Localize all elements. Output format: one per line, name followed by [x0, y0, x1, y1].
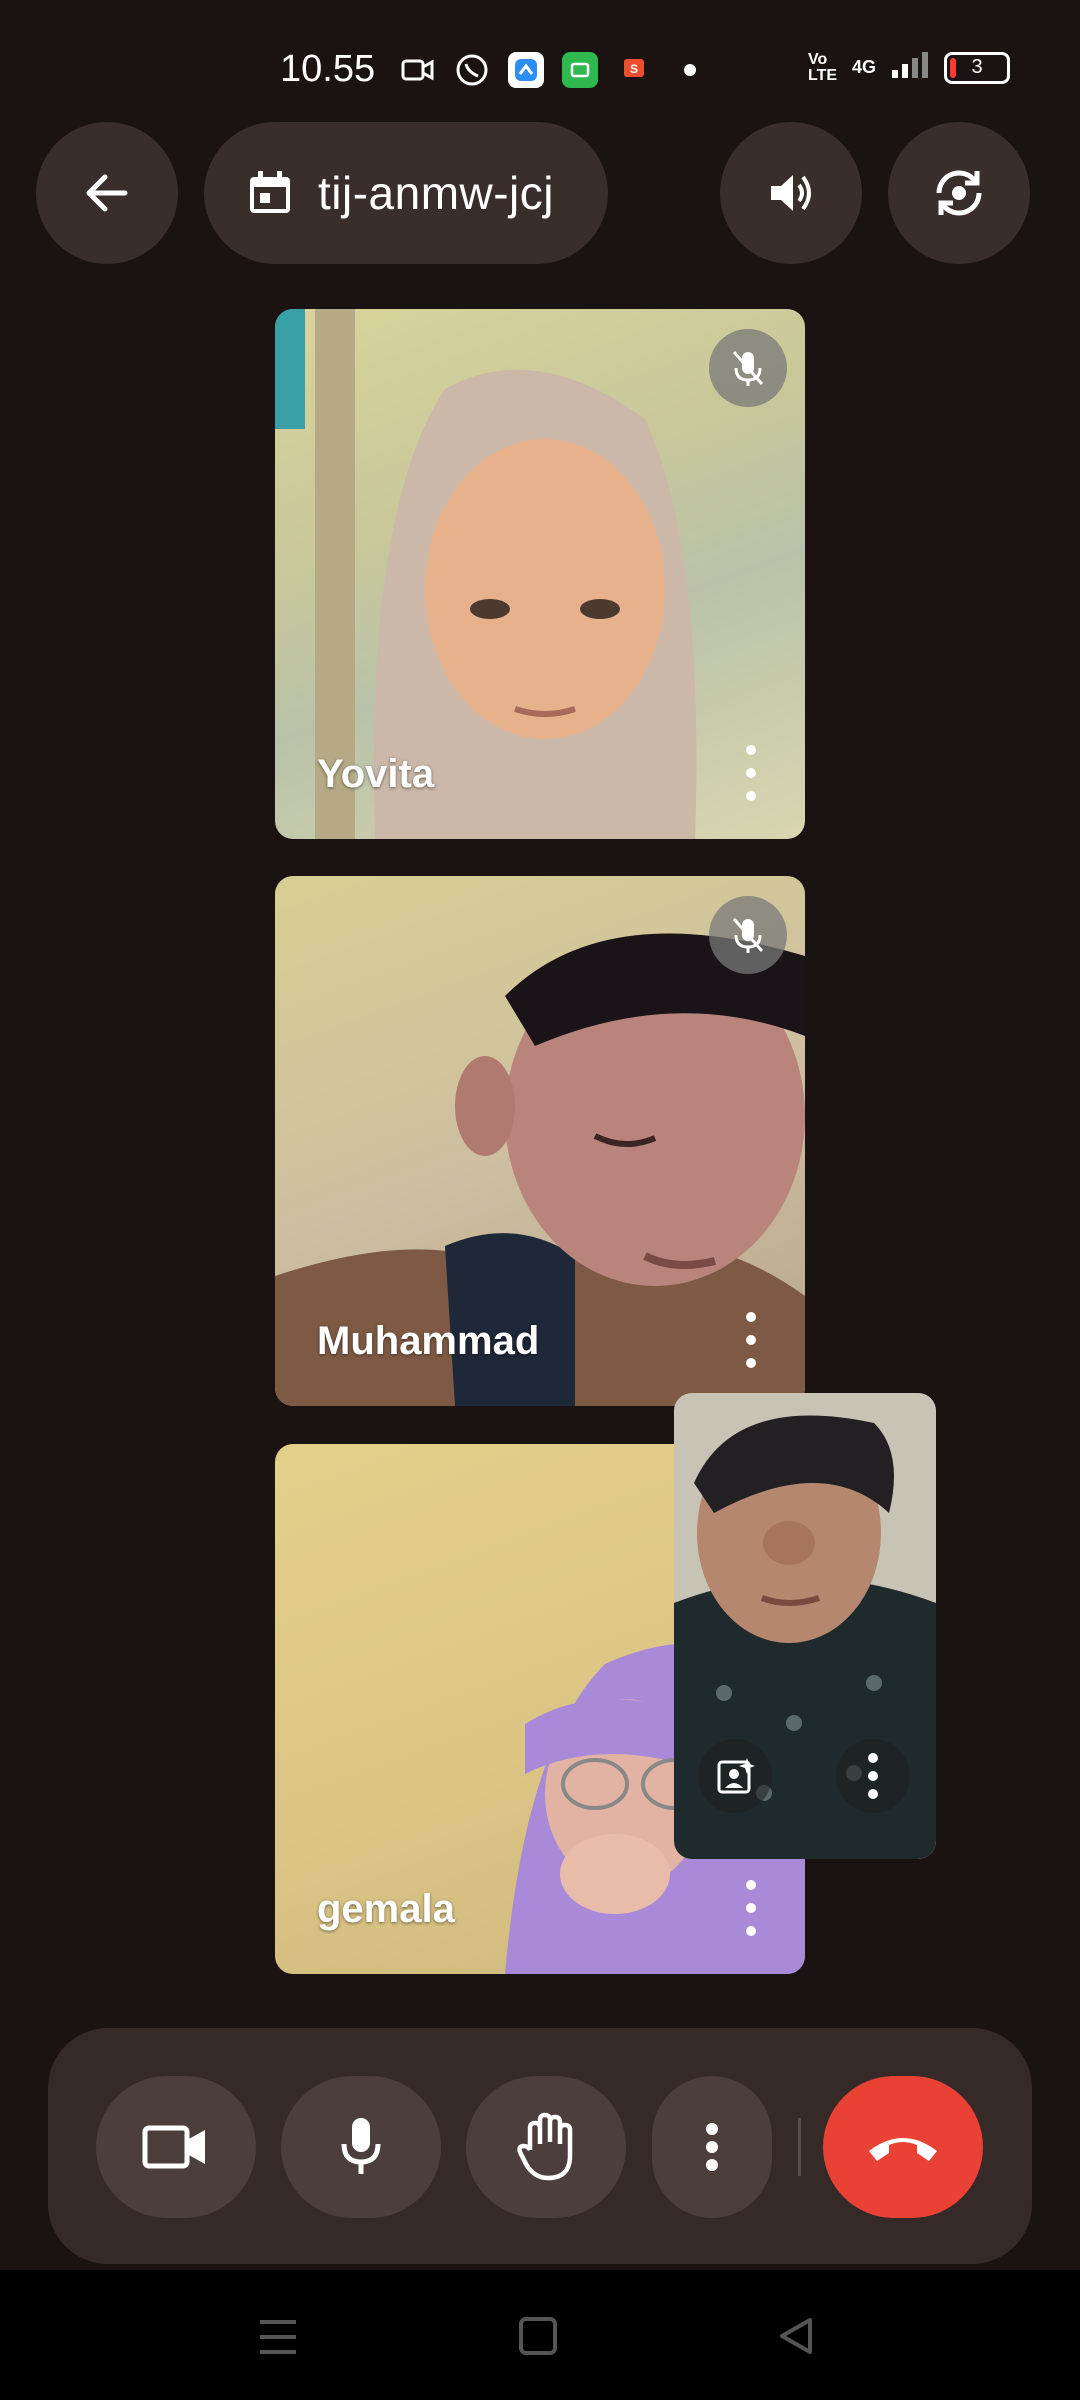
messenger-icon	[508, 52, 544, 88]
battery-level: 3	[971, 56, 983, 78]
status-app-icons: S	[400, 52, 696, 88]
meeting-code: tij-anmw-jcj	[318, 167, 554, 219]
speaker-icon	[771, 175, 811, 211]
speaker-button[interactable]	[720, 122, 862, 264]
microphone-icon	[341, 2118, 381, 2174]
microphone-button[interactable]	[281, 2076, 441, 2218]
home-button[interactable]	[518, 2316, 558, 2361]
camera-button[interactable]	[96, 2076, 256, 2218]
battery-icon: 3	[944, 51, 1011, 84]
recents-button[interactable]	[258, 2318, 298, 2361]
notification-dot-icon	[684, 64, 696, 76]
mic-off-icon	[732, 351, 764, 386]
end-call-icon	[869, 2138, 937, 2161]
back-button[interactable]	[36, 122, 178, 264]
whatsapp-icon	[454, 52, 490, 88]
participant-more-button[interactable]	[743, 1312, 759, 1368]
back-triangle-icon	[780, 2318, 812, 2354]
call-controls	[48, 2028, 1032, 2264]
back-arrow-icon	[86, 174, 128, 212]
muted-indicator	[709, 896, 787, 974]
switch-camera-button[interactable]	[888, 122, 1030, 264]
calendar-icon	[250, 171, 290, 213]
more-vert-icon	[706, 2123, 718, 2171]
network-label: 4G	[852, 57, 877, 77]
mic-off-icon	[732, 918, 764, 953]
meeting-info-button[interactable]: tij-anmw-jcj	[204, 122, 608, 264]
status-time: 10.55	[280, 48, 376, 90]
raise-hand-icon	[517, 2112, 573, 2181]
participant-name: gemala	[317, 1887, 455, 1931]
signal-icon	[890, 50, 930, 85]
navigation-bar	[0, 2270, 1080, 2400]
participant-name: Yovita	[317, 752, 435, 796]
shopee-pay-icon: S	[616, 52, 652, 88]
back-nav-button[interactable]	[776, 2316, 816, 2361]
effects-icon	[717, 1758, 755, 1794]
volte-label: Vo LTE	[808, 50, 838, 84]
controls-divider	[798, 2118, 801, 2176]
more-vert-icon	[868, 1753, 878, 1799]
video-icon	[400, 52, 436, 88]
participant-more-button[interactable]	[743, 1880, 759, 1936]
wallet-icon	[562, 52, 598, 88]
participant-name: Muhammad	[317, 1319, 540, 1363]
svg-text:S: S	[630, 62, 638, 76]
recents-icon	[260, 2320, 296, 2354]
end-call-button[interactable]	[823, 2076, 983, 2218]
more-options-button[interactable]	[652, 2076, 772, 2218]
participant-tile[interactable]: Muhammad	[275, 876, 805, 1406]
home-icon	[519, 2317, 557, 2355]
self-more-button[interactable]	[836, 1739, 910, 1813]
camera-icon	[142, 2125, 205, 2169]
status-right: Vo LTE 4G 3	[808, 50, 1011, 85]
self-view-tile[interactable]	[674, 1393, 936, 1859]
switch-camera-icon	[936, 170, 982, 216]
participant-tile[interactable]: Yovita	[275, 309, 805, 839]
muted-indicator	[709, 329, 787, 407]
effects-button[interactable]	[698, 1739, 772, 1813]
raise-hand-button[interactable]	[466, 2076, 626, 2218]
participant-more-button[interactable]	[743, 745, 759, 801]
